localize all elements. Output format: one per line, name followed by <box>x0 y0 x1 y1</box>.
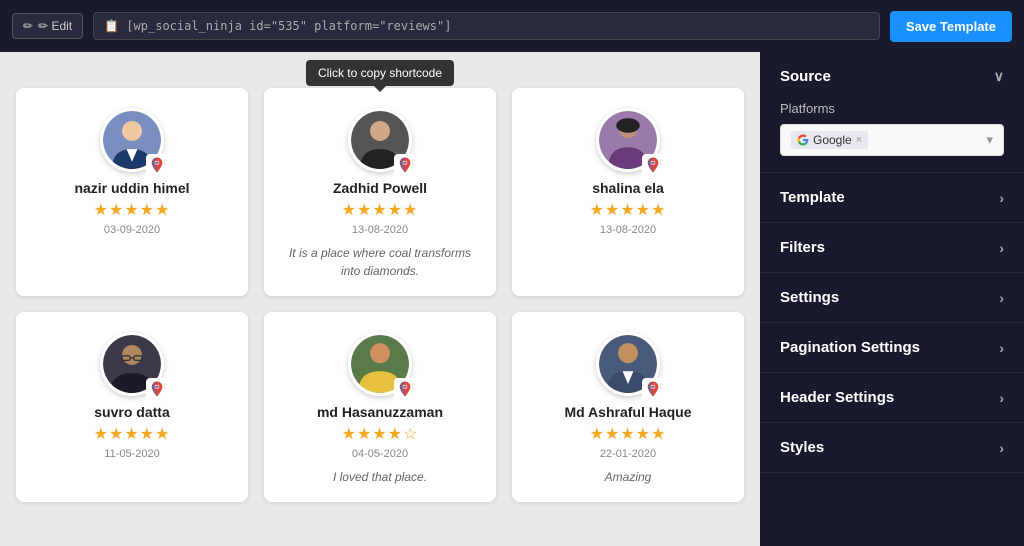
avatar-wrap <box>348 108 412 172</box>
sidebar-section-header-settings[interactable]: Settings › <box>760 273 1024 322</box>
edit-label: ✏ Edit <box>38 19 72 33</box>
review-date: 13-08-2020 <box>600 224 656 236</box>
edit-button[interactable]: ✏ ✏ Edit <box>12 13 83 39</box>
star-rating: ★★★★★ <box>590 200 667 220</box>
reviewer-name: shalina ela <box>592 180 664 196</box>
sidebar-section-header-filters[interactable]: Filters › <box>760 223 1024 272</box>
review-text: I loved that place. <box>333 468 427 486</box>
review-card: md Hasanuzzaman ★★★★☆ 04-05-2020 I loved… <box>264 312 496 502</box>
edit-icon: ✏ <box>23 19 33 33</box>
google-maps-icon <box>642 378 664 400</box>
sidebar-section-header-template[interactable]: Template › <box>760 173 1024 222</box>
avatar-wrap <box>100 108 164 172</box>
sidebar-section-template: Template › <box>760 173 1024 223</box>
section-content-source: Platforms Google × ▾ <box>760 101 1024 172</box>
review-card: Md Ashraful Haque ★★★★★ 22-01-2020 Amazi… <box>512 312 744 502</box>
avatar-wrap <box>596 108 660 172</box>
reviewer-name: Md Ashraful Haque <box>564 404 691 420</box>
sidebar-section-header-source[interactable]: Source ∨ <box>760 52 1024 101</box>
platform-tag-google: Google × <box>791 131 868 149</box>
sidebar: Source ∨ Platforms Google × ▾ Template › <box>760 52 1024 546</box>
review-date: 11-05-2020 <box>104 448 159 460</box>
section-label: Styles <box>780 439 824 456</box>
review-card: suvro datta ★★★★★ 11-05-2020 <box>16 312 248 502</box>
chevron-right-icon: › <box>999 240 1004 256</box>
body-layout: Click to copy shortcode nazir uddin hime… <box>0 52 1024 546</box>
sidebar-section-header-header[interactable]: Header Settings › <box>760 373 1024 422</box>
dropdown-chevron: ▾ <box>986 132 993 148</box>
review-card: shalina ela ★★★★★ 13-08-2020 <box>512 88 744 296</box>
sidebar-section-styles: Styles › <box>760 423 1024 473</box>
platforms-label: Platforms <box>780 101 1004 116</box>
reviewer-name: suvro datta <box>94 404 169 420</box>
section-label: Template <box>780 189 845 206</box>
review-date: 13-08-2020 <box>352 224 408 236</box>
section-label: Filters <box>780 239 825 256</box>
star-rating: ★★★★★ <box>342 200 419 220</box>
sidebar-section-filters: Filters › <box>760 223 1024 273</box>
sidebar-section-header-pagination[interactable]: Pagination Settings › <box>760 323 1024 372</box>
review-text: It is a place where coal transforms into… <box>280 244 480 280</box>
section-label: Source <box>780 68 831 85</box>
reviews-grid: nazir uddin himel ★★★★★ 03-09-2020 Zadhi… <box>16 88 744 502</box>
chevron-right-icon: › <box>999 190 1004 206</box>
star-rating: ★★★★☆ <box>342 424 419 444</box>
sidebar-section-source: Source ∨ Platforms Google × ▾ <box>760 52 1024 173</box>
review-date: 22-01-2020 <box>600 448 656 460</box>
google-maps-icon <box>146 154 168 176</box>
reviewer-name: md Hasanuzzaman <box>317 404 443 420</box>
sidebar-section-settings: Settings › <box>760 273 1024 323</box>
google-maps-icon <box>146 378 168 400</box>
avatar-wrap <box>348 332 412 396</box>
shortcode-icon: 📋 <box>104 19 119 33</box>
chevron-right-icon: › <box>999 390 1004 406</box>
chevron-right-icon: › <box>999 440 1004 456</box>
review-card: Zadhid Powell ★★★★★ 13-08-2020 It is a p… <box>264 88 496 296</box>
header: ✏ ✏ Edit 📋 [wp_social_ninja id="535" pla… <box>0 0 1024 52</box>
sidebar-section-header-styles[interactable]: Styles › <box>760 423 1024 472</box>
google-maps-icon <box>394 154 416 176</box>
shortcode-tooltip: Click to copy shortcode <box>306 60 454 86</box>
reviewer-name: Zadhid Powell <box>333 180 427 196</box>
shortcode-text: [wp_social_ninja id="535" platform="revi… <box>126 19 451 33</box>
review-text: Amazing <box>605 468 652 486</box>
chevron-right-icon: › <box>999 340 1004 356</box>
section-label: Pagination Settings <box>780 339 920 356</box>
sidebar-section-header: Header Settings › <box>760 373 1024 423</box>
review-card: nazir uddin himel ★★★★★ 03-09-2020 <box>16 88 248 296</box>
star-rating: ★★★★★ <box>94 200 171 220</box>
platform-tag-remove[interactable]: × <box>856 134 862 146</box>
google-maps-icon <box>642 154 664 176</box>
main-content: Click to copy shortcode nazir uddin hime… <box>0 52 760 546</box>
shortcode-box[interactable]: 📋 [wp_social_ninja id="535" platform="re… <box>93 12 880 40</box>
chevron-down-icon: ∨ <box>994 68 1004 85</box>
review-date: 04-05-2020 <box>352 448 408 460</box>
reviewer-name: nazir uddin himel <box>74 180 189 196</box>
chevron-right-icon: › <box>999 290 1004 306</box>
avatar-wrap <box>596 332 660 396</box>
save-template-button[interactable]: Save Template <box>890 11 1012 42</box>
review-date: 03-09-2020 <box>104 224 160 236</box>
section-label: Settings <box>780 289 839 306</box>
star-rating: ★★★★★ <box>590 424 667 444</box>
sidebar-section-pagination: Pagination Settings › <box>760 323 1024 373</box>
google-maps-icon <box>394 378 416 400</box>
avatar-wrap <box>100 332 164 396</box>
platform-select[interactable]: Google × ▾ <box>780 124 1004 156</box>
section-label: Header Settings <box>780 389 894 406</box>
star-rating: ★★★★★ <box>94 424 171 444</box>
